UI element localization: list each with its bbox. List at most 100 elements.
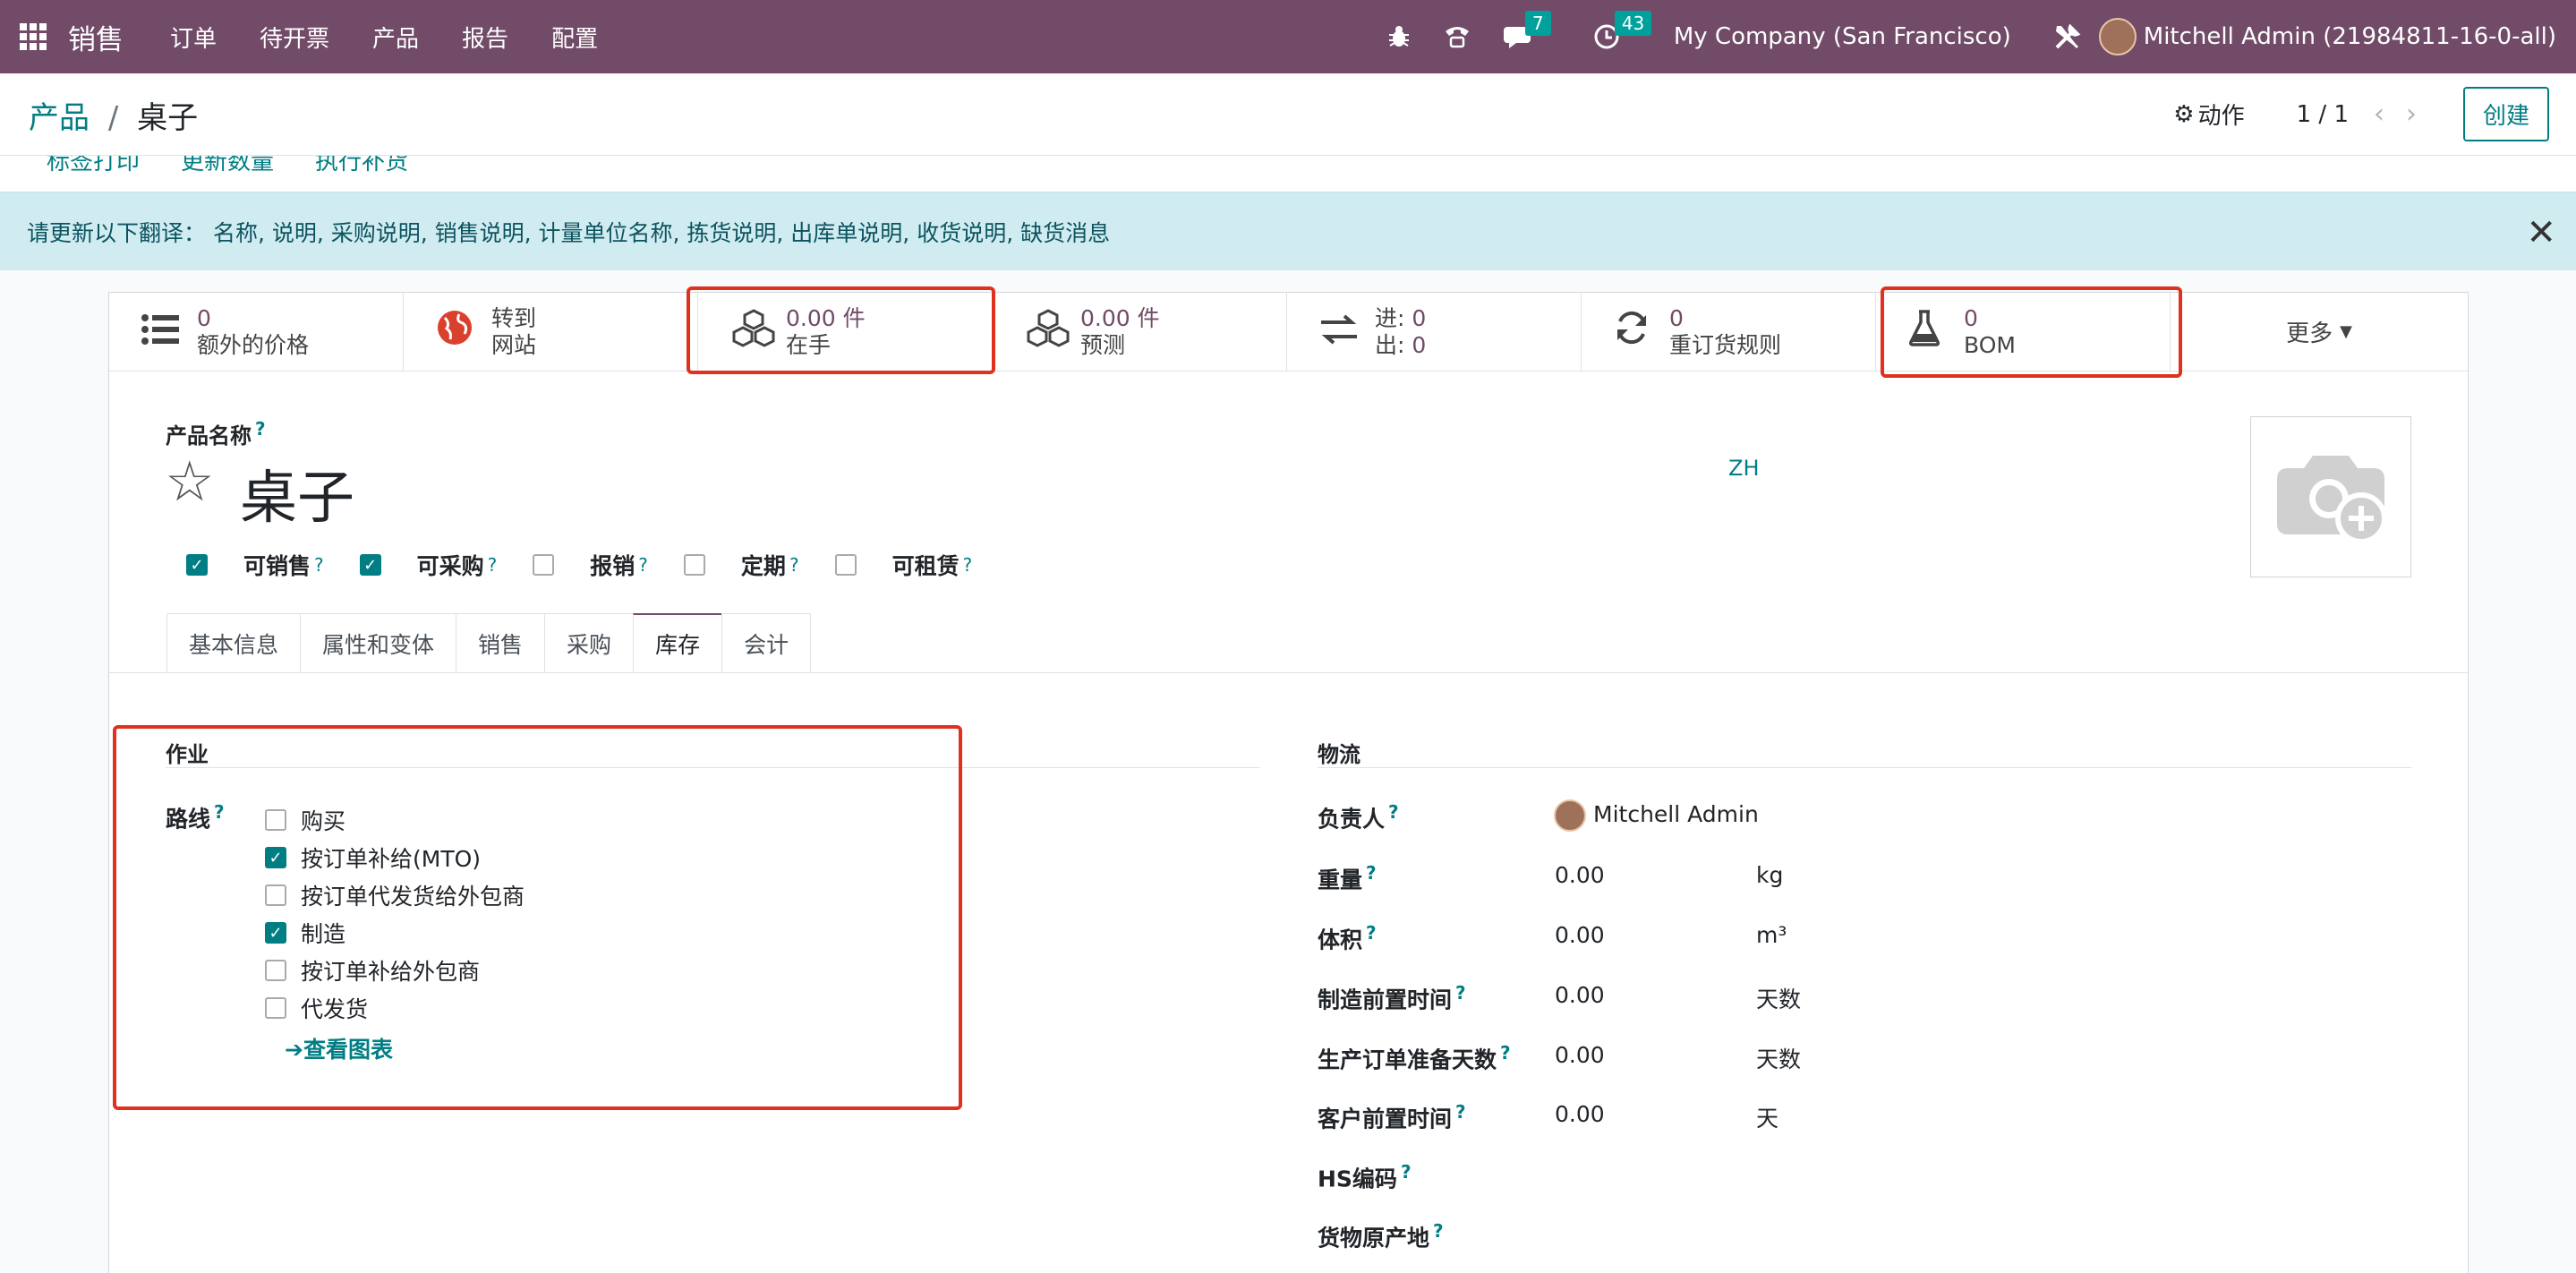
language-button[interactable]: ZH (1728, 456, 1760, 481)
in-value: 0 (1412, 305, 1427, 331)
weight-field[interactable]: 0.00 (1555, 862, 1605, 888)
activity-clock-icon[interactable]: 43 (1593, 11, 1652, 50)
company-switcher[interactable]: My Company (San Francisco) (1674, 23, 2011, 50)
product-name-label: 产品名称? (166, 418, 266, 449)
pager-value[interactable]: 1 / 1 (2297, 101, 2349, 128)
manufacturing-lead-time-field[interactable]: 0.00 (1555, 982, 1605, 1008)
highlight-operations (113, 725, 962, 1110)
more-label: 更多 (2286, 320, 2333, 347)
product-image[interactable] (2250, 416, 2411, 577)
form-header-buttons: 标签打印 更新数量 执行补货 (0, 156, 2576, 192)
extra-prices-button[interactable]: 0 额外的价格 (109, 293, 404, 372)
close-icon[interactable]: ✕ (2526, 212, 2556, 253)
checkbox-unchecked (683, 554, 705, 576)
tab-attributes-variants[interactable]: 属性和变体 (300, 613, 457, 672)
chevron-right-icon[interactable]: › (2406, 98, 2417, 130)
option-can-be-sold[interactable]: ✓ 可销售? (186, 549, 324, 581)
tab-sales[interactable]: 销售 (456, 613, 546, 672)
breadcrumb-parent[interactable]: 产品 (29, 100, 90, 136)
origin-of-goods-label: 货物原产地? (1318, 1220, 1444, 1252)
breadcrumb-separator: / (107, 100, 119, 136)
form-sheet: 0 额外的价格 转到 网站 0.00 件在手 0.00 件预测 进: 0 出: … (108, 286, 2469, 1273)
messages-badge: 7 (1524, 11, 1551, 36)
checkbox-checked: ✓ (359, 554, 381, 576)
manufacturing-lead-time-label: 制造前置时间? (1318, 982, 1466, 1013)
help-icon: ? (1366, 862, 1377, 884)
create-button[interactable]: 创建 (2462, 87, 2549, 141)
activities-badge: 43 (1614, 11, 1652, 36)
print-labels-button[interactable]: 标签打印 (47, 156, 140, 176)
out-value: 0 (1412, 332, 1427, 358)
customer-lead-time-field[interactable]: 0.00 (1555, 1101, 1605, 1127)
go-to-website-button[interactable]: 转到 网站 (404, 293, 698, 372)
option-can-be-purchased[interactable]: ✓ 可采购? (359, 549, 497, 581)
in-out-button[interactable]: 进: 0 出: 0 (1287, 293, 1582, 372)
help-icon: ? (1500, 1042, 1511, 1064)
camera-plus-icon (2277, 456, 2387, 544)
phone-icon[interactable] (1443, 24, 1471, 49)
translation-alert: 请更新以下翻译： 名称, 说明, 采购说明, 销售说明, 计量单位名称, 拣货说… (0, 192, 2576, 270)
star-icon[interactable]: ☆ (165, 449, 215, 514)
tab-purchase[interactable]: 采购 (544, 613, 635, 672)
hs-code-label: HS编码? (1318, 1161, 1412, 1192)
refresh-icon (1614, 310, 1669, 355)
top-navbar: 销售 订单 待开票 产品 报告 配置 7 43 My Company (San … (0, 0, 2576, 73)
volume-field[interactable]: 0.00 (1555, 922, 1605, 948)
highlight-on-hand (687, 286, 995, 374)
product-name[interactable]: 桌子 (240, 452, 354, 534)
stat-label: 额外的价格 (197, 332, 310, 358)
user-menu[interactable]: Mitchell Admin (21984811-16-0-all) (2098, 18, 2556, 56)
days-to-prepare-mo-field[interactable]: 0.00 (1555, 1042, 1605, 1068)
manufacturing-lead-time-unit: 天数 (1756, 987, 1802, 1012)
option-expensed[interactable]: 报销? (533, 549, 648, 581)
menu-products[interactable]: 产品 (372, 21, 419, 54)
app-name[interactable]: 销售 (68, 17, 124, 57)
customer-lead-time-unit: 天 (1756, 1106, 1779, 1132)
globe-icon (436, 309, 491, 355)
list-icon (141, 311, 197, 355)
cubes-icon (1025, 308, 1080, 356)
tools-icon[interactable] (2052, 21, 2083, 52)
bug-icon[interactable] (1387, 24, 1411, 49)
action-label: 动作 (2197, 103, 2245, 130)
in-label: 进: (1375, 305, 1405, 331)
highlight-bom (1881, 286, 2182, 378)
stat-value: 转到 (491, 305, 537, 331)
tab-accounting[interactable]: 会计 (721, 613, 812, 672)
menu-reporting[interactable]: 报告 (462, 21, 508, 54)
breadcrumb: 产品 / 桌子 (29, 93, 198, 137)
exchange-icon (1319, 311, 1375, 355)
menu-configuration[interactable]: 配置 (551, 21, 598, 54)
menu-to-invoice[interactable]: 待开票 (260, 21, 329, 54)
tab-general-info[interactable]: 基本信息 (166, 613, 302, 672)
responsible-field[interactable]: Mitchell Admin (1554, 799, 1759, 832)
messages-icon[interactable]: 7 (1503, 11, 1551, 50)
option-recurring[interactable]: 定期? (683, 549, 799, 581)
caret-down-icon: ▼ (2340, 322, 2352, 341)
help-icon: ? (314, 554, 324, 576)
menu-orders[interactable]: 订单 (170, 21, 217, 54)
stat-value: 0.00 件 (1080, 305, 1160, 331)
stat-value: 0 (197, 305, 211, 331)
action-menu-button[interactable]: ⚙ 动作 (2173, 98, 2244, 131)
help-icon: ? (1433, 1220, 1444, 1242)
reordering-rules-button[interactable]: 0 重订货规则 (1582, 293, 1876, 372)
option-rental[interactable]: 可租赁? (834, 549, 972, 581)
breadcrumb-current: 桌子 (137, 100, 199, 136)
gear-icon: ⚙ (2173, 100, 2195, 128)
stat-label: 重订货规则 (1669, 332, 1782, 358)
checkbox-unchecked (533, 554, 555, 576)
help-icon: ? (1455, 1101, 1466, 1123)
replenish-button[interactable]: 执行补货 (315, 156, 408, 176)
forecast-button[interactable]: 0.00 件预测 (993, 293, 1287, 372)
alert-text: 请更新以下翻译： 名称, 说明, 采购说明, 销售说明, 计量单位名称, 拣货说… (27, 219, 1111, 246)
apps-grid-icon[interactable] (20, 23, 47, 50)
more-button[interactable]: 更多 ▼ (2171, 293, 2468, 371)
responsible-label: 负责人? (1318, 801, 1399, 833)
tab-inventory[interactable]: 库存 (633, 613, 723, 672)
update-quantity-button[interactable]: 更新数量 (181, 156, 274, 176)
help-icon: ? (1455, 982, 1466, 1004)
help-icon: ? (638, 554, 648, 576)
tabs-divider (109, 672, 2468, 673)
chevron-left-icon[interactable]: ‹ (2374, 98, 2384, 130)
